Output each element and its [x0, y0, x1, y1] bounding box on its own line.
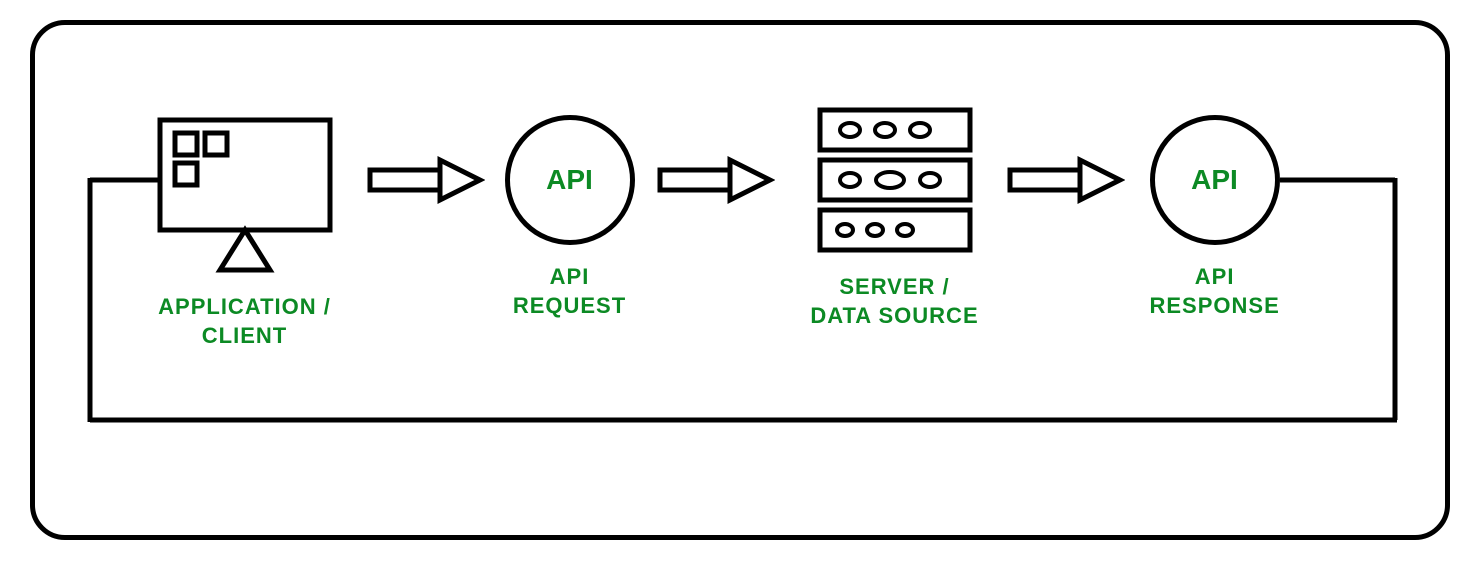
diagram-frame: APPLICATION / CLIENT API API REQUEST: [30, 20, 1450, 540]
api-response-text: API: [1191, 164, 1238, 196]
node-api-response: API API RESPONSE: [1150, 115, 1280, 320]
api-request-label: API REQUEST: [505, 263, 635, 320]
client-label: APPLICATION / CLIENT: [155, 293, 335, 350]
node-api-request: API API REQUEST: [505, 115, 635, 320]
api-request-text: API: [546, 164, 593, 196]
api-response-label: API RESPONSE: [1150, 263, 1280, 320]
server-label: SERVER / DATA SOURCE: [805, 273, 985, 330]
arrow-right-icon: [1005, 155, 1125, 205]
api-circle-icon: API: [1150, 115, 1280, 245]
node-server: SERVER / DATA SOURCE: [805, 105, 985, 330]
arrow-right-icon: [365, 155, 485, 205]
computer-monitor-icon: [155, 115, 335, 275]
api-circle-icon: API: [505, 115, 635, 245]
server-icon: [805, 105, 985, 255]
node-client: APPLICATION / CLIENT: [155, 115, 335, 350]
arrow-right-icon: [655, 155, 775, 205]
